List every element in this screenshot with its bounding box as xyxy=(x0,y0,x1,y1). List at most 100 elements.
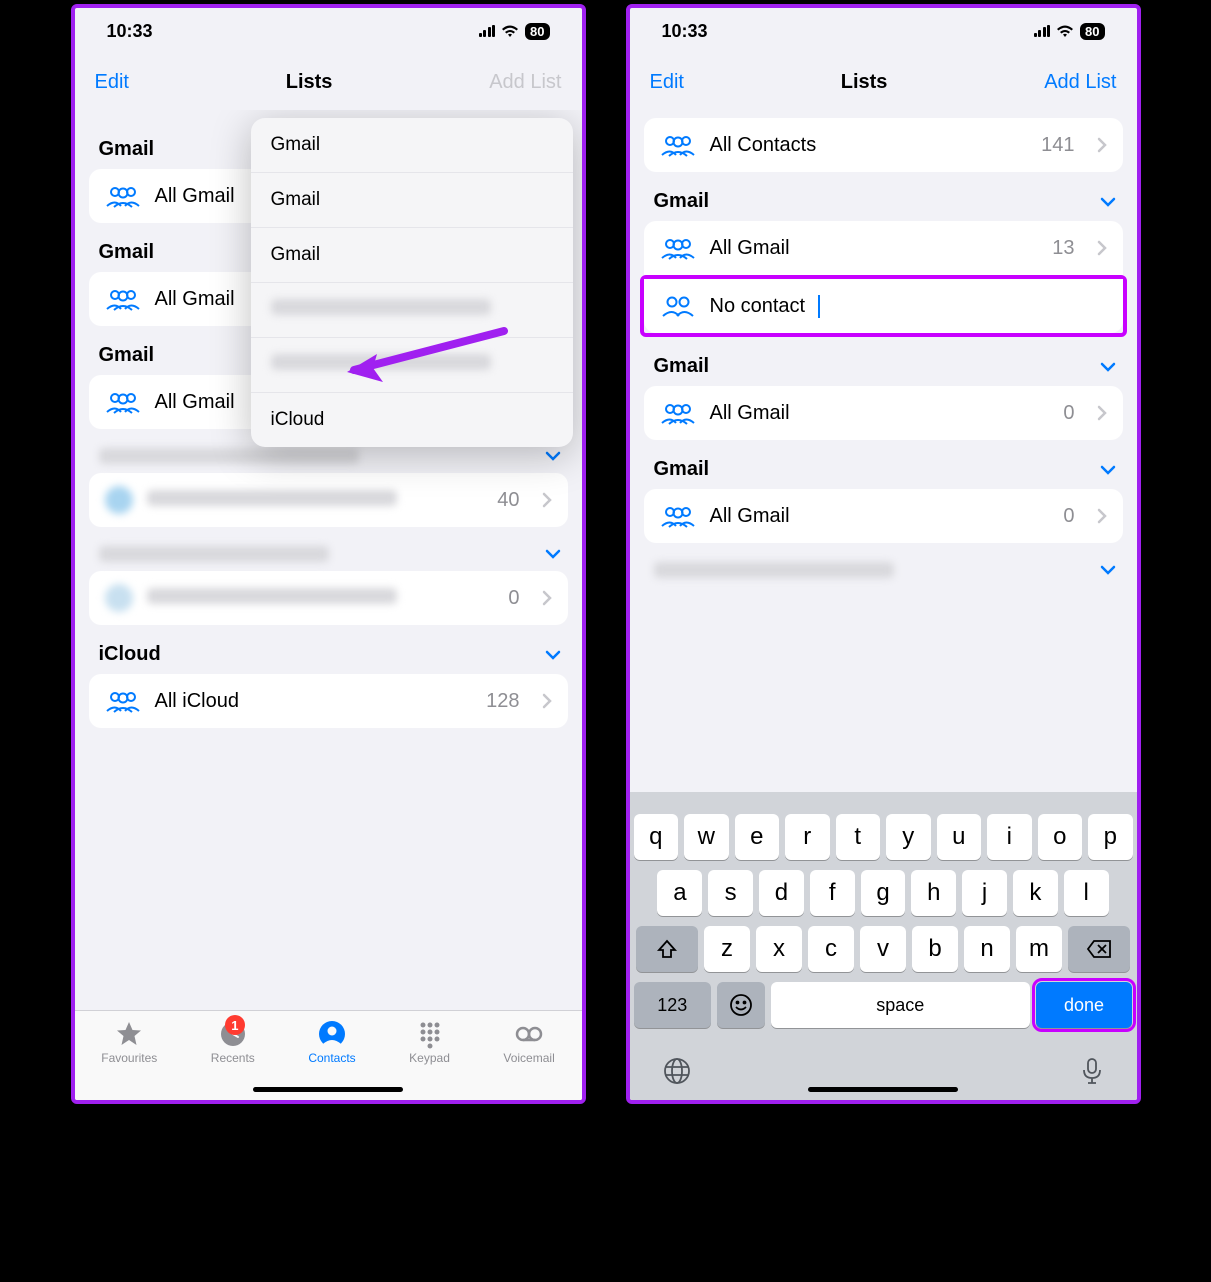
key-space[interactable]: space xyxy=(771,982,1030,1028)
row-label: All Contacts xyxy=(710,134,1028,157)
dropdown-item-gmail[interactable]: Gmail xyxy=(251,118,573,173)
chevron-right-icon xyxy=(542,590,552,606)
key-a[interactable]: a xyxy=(657,870,702,916)
key-o[interactable]: o xyxy=(1038,814,1083,860)
key-r[interactable]: r xyxy=(785,814,830,860)
key-x[interactable]: x xyxy=(756,926,802,972)
key-b[interactable]: b xyxy=(912,926,958,972)
key-j[interactable]: j xyxy=(962,870,1007,916)
list-row-all-gmail[interactable]: All Gmail 0 xyxy=(644,386,1123,440)
key-h[interactable]: h xyxy=(911,870,956,916)
section-header-redacted[interactable] xyxy=(75,527,582,571)
key-p[interactable]: p xyxy=(1088,814,1133,860)
list-row-all-icloud[interactable]: All iCloud 128 xyxy=(89,674,568,728)
tab-contacts[interactable]: Contacts xyxy=(308,1019,355,1065)
tab-favourites[interactable]: Favourites xyxy=(101,1019,157,1065)
list-card: All Contacts 141 xyxy=(644,118,1123,172)
wifi-icon xyxy=(501,24,519,38)
microphone-icon[interactable] xyxy=(1079,1056,1105,1086)
list-row-redacted[interactable]: 0 xyxy=(89,571,568,625)
section-header-icloud[interactable]: iCloud xyxy=(75,625,582,674)
key-y[interactable]: y xyxy=(886,814,931,860)
key-f[interactable]: f xyxy=(810,870,855,916)
list-row-redacted[interactable]: 40 xyxy=(89,473,568,527)
edit-button[interactable]: Edit xyxy=(650,71,684,94)
row-label: All Gmail xyxy=(710,402,1050,425)
key-k[interactable]: k xyxy=(1013,870,1058,916)
list-card: All iCloud 128 xyxy=(89,674,568,728)
list-card: 40 xyxy=(89,473,568,527)
key-g[interactable]: g xyxy=(861,870,906,916)
key-m[interactable]: m xyxy=(1016,926,1062,972)
key-done[interactable]: done xyxy=(1036,982,1133,1028)
tab-voicemail[interactable]: Voicemail xyxy=(503,1019,554,1065)
nav-title: Lists xyxy=(841,71,888,94)
redacted-text xyxy=(99,546,329,562)
redacted-text xyxy=(147,588,397,604)
key-t[interactable]: t xyxy=(836,814,881,860)
dropdown-item-gmail[interactable]: Gmail xyxy=(251,228,573,283)
chevron-right-icon xyxy=(1097,240,1107,256)
annotation-highlight-box xyxy=(640,275,1127,337)
chevron-right-icon xyxy=(542,693,552,709)
row-count: 13 xyxy=(1052,237,1074,260)
tab-keypad[interactable]: Keypad xyxy=(409,1019,450,1065)
home-indicator[interactable] xyxy=(253,1087,403,1092)
key-123[interactable]: 123 xyxy=(634,982,712,1028)
redacted-avatar-icon xyxy=(105,486,133,514)
keyboard-row-2: a s d f g h j k l xyxy=(634,870,1133,916)
key-w[interactable]: w xyxy=(684,814,729,860)
group-icon xyxy=(105,390,141,414)
add-list-button[interactable]: Add List xyxy=(489,71,561,94)
key-z[interactable]: z xyxy=(704,926,750,972)
account-dropdown-menu: Gmail Gmail Gmail iCloud xyxy=(251,118,573,447)
content-area: All Contacts 141 Gmail All Gmail 13 xyxy=(630,110,1137,792)
keyboard-row-1: q w e r t y u i o p xyxy=(634,814,1133,860)
key-e[interactable]: e xyxy=(735,814,780,860)
list-row-new-list-input[interactable] xyxy=(644,279,1123,333)
keyboard-row-3: z x c v b n m xyxy=(634,926,1133,972)
edit-button[interactable]: Edit xyxy=(95,71,129,94)
key-i[interactable]: i xyxy=(987,814,1032,860)
row-count: 0 xyxy=(1063,402,1074,425)
key-s[interactable]: s xyxy=(708,870,753,916)
dropdown-item-icloud[interactable]: iCloud xyxy=(251,393,573,447)
key-q[interactable]: q xyxy=(634,814,679,860)
home-indicator[interactable] xyxy=(808,1087,958,1092)
chevron-down-icon xyxy=(544,545,562,563)
key-backspace[interactable] xyxy=(1068,926,1130,972)
key-u[interactable]: u xyxy=(937,814,982,860)
list-row-all-contacts[interactable]: All Contacts 141 xyxy=(644,118,1123,172)
key-n[interactable]: n xyxy=(964,926,1010,972)
shift-icon xyxy=(656,938,678,960)
key-v[interactable]: v xyxy=(860,926,906,972)
dropdown-item-gmail[interactable]: Gmail xyxy=(251,173,573,228)
new-list-name-input[interactable] xyxy=(710,295,820,318)
redacted-avatar-icon xyxy=(105,584,133,612)
key-d[interactable]: d xyxy=(759,870,804,916)
section-header-gmail[interactable]: Gmail xyxy=(630,337,1137,386)
key-emoji[interactable] xyxy=(717,982,765,1028)
row-label: All iCloud xyxy=(155,690,473,713)
list-card: 0 xyxy=(89,571,568,625)
key-l[interactable]: l xyxy=(1064,870,1109,916)
add-list-button[interactable]: Add List xyxy=(1044,71,1116,94)
keyboard-row-4: 123 space done xyxy=(634,982,1133,1028)
tab-recents[interactable]: 1 Recents xyxy=(211,1019,255,1065)
redacted-text xyxy=(99,448,359,464)
section-header-gmail[interactable]: Gmail xyxy=(630,172,1137,221)
key-shift[interactable] xyxy=(636,926,698,972)
row-label: All Gmail xyxy=(710,505,1050,528)
ios-keyboard: q w e r t y u i o p a s d f g h j k l z xyxy=(630,792,1137,1100)
globe-icon[interactable] xyxy=(662,1056,692,1086)
key-c[interactable]: c xyxy=(808,926,854,972)
cellular-signal-icon xyxy=(1034,25,1051,37)
list-card: All Gmail 0 xyxy=(644,489,1123,543)
list-row-all-gmail[interactable]: All Gmail 0 xyxy=(644,489,1123,543)
cellular-signal-icon xyxy=(479,25,496,37)
annotation-arrow-icon xyxy=(339,326,509,386)
status-time: 10:33 xyxy=(107,21,153,42)
list-row-all-gmail[interactable]: All Gmail 13 xyxy=(644,221,1123,275)
section-header-gmail[interactable]: Gmail xyxy=(630,440,1137,489)
section-header-redacted[interactable] xyxy=(630,543,1137,581)
